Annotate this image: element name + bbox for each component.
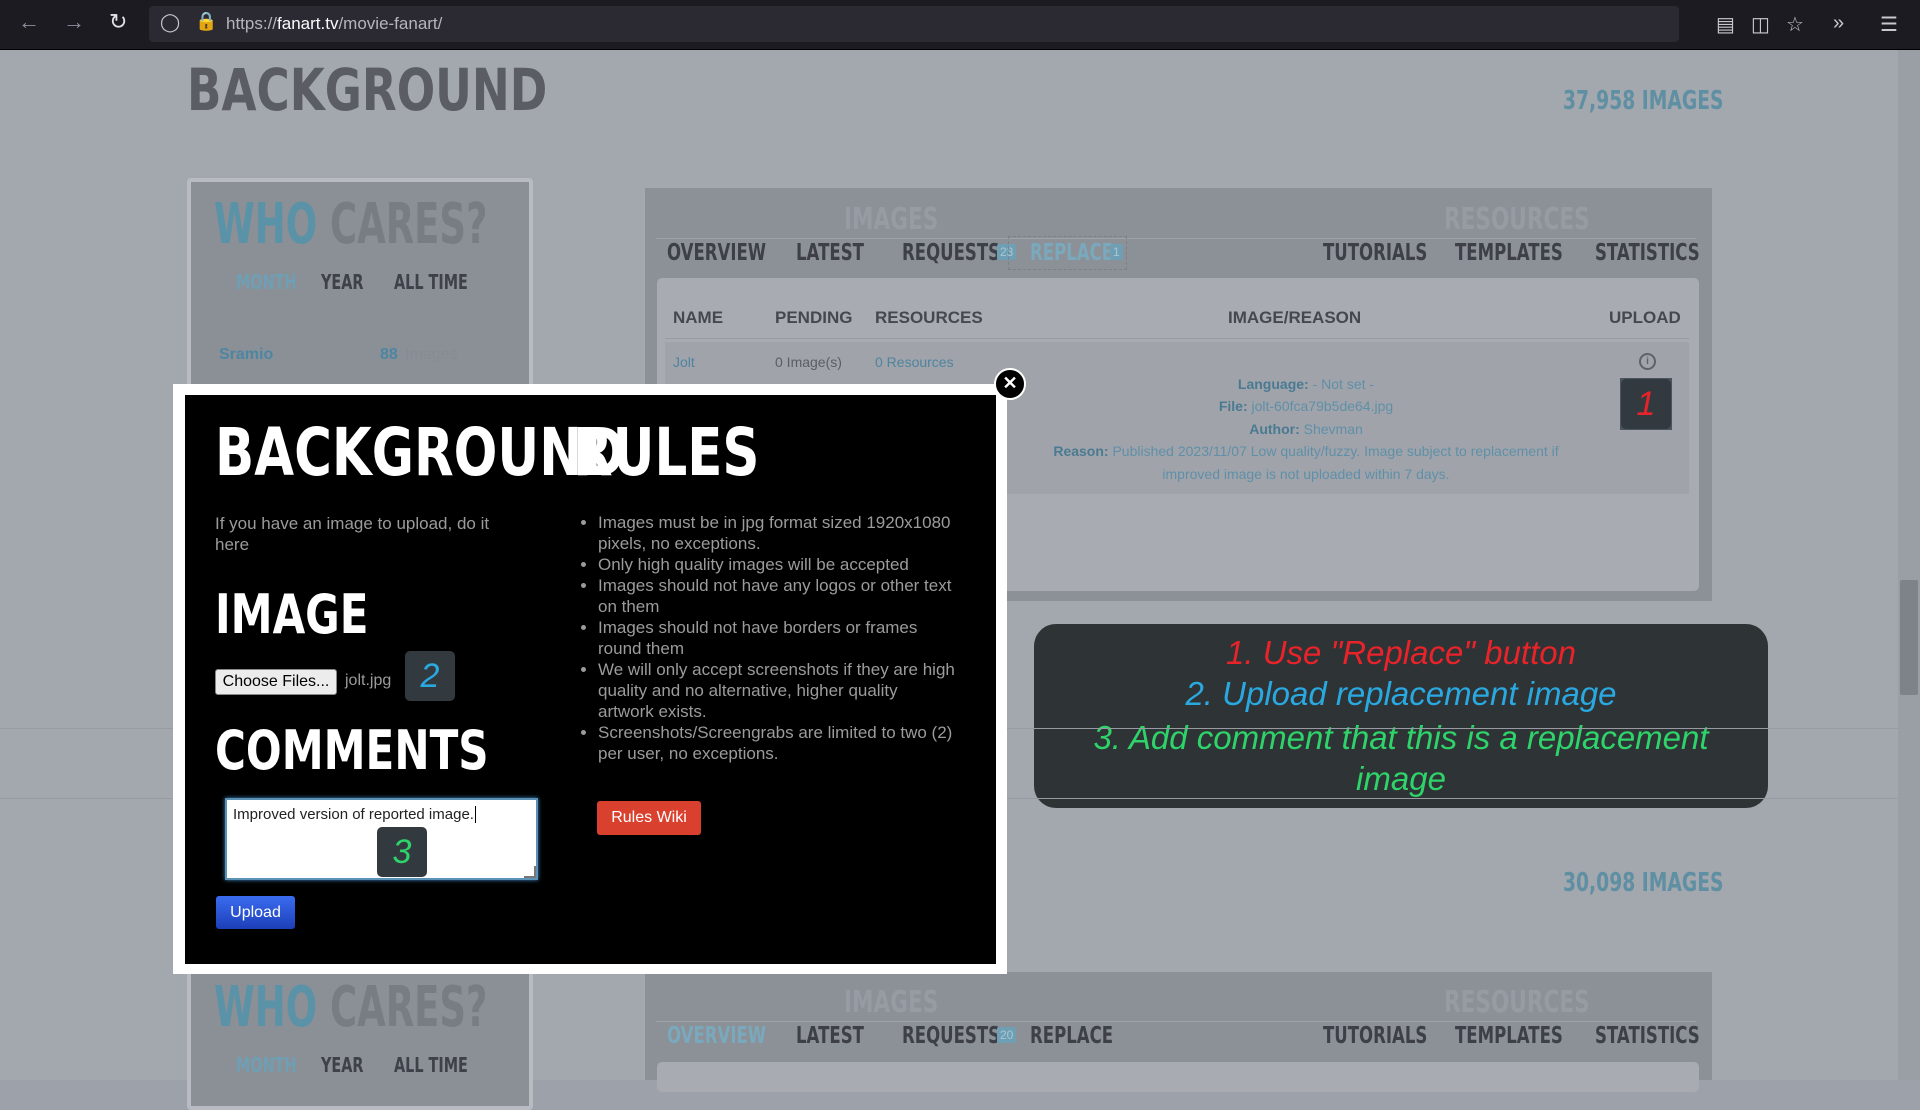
tab-templates[interactable]: TEMPLATES	[1455, 240, 1563, 266]
tab-tutorials-2[interactable]: TUTORIALS	[1323, 1023, 1427, 1049]
upload-button[interactable]: Upload	[216, 896, 295, 929]
instruction-step-3: 3. Add comment that this is a replacemen…	[1093, 719, 1709, 756]
tab-month[interactable]: MONTH	[236, 270, 297, 294]
comments-heading: COMMENTS	[215, 719, 489, 782]
images-section-label-2: IMAGES	[844, 985, 939, 1020]
back-icon[interactable]: ←	[18, 9, 40, 35]
resources-section-label-2: RESOURCES	[1444, 985, 1590, 1020]
image-count-2: 30,098 IMAGES	[1563, 868, 1724, 898]
col-resources: RESOURCES	[875, 308, 983, 327]
requests-count-badge-2: 20	[997, 1027, 1017, 1043]
row-resources-link[interactable]: 0 Resources	[875, 354, 954, 370]
rules-list: Images must be in jpg format sized 1920x…	[580, 512, 958, 764]
resources-section-label: RESOURCES	[1444, 202, 1590, 237]
url-text[interactable]: https://fanart.tv/movie-fanart/	[226, 14, 442, 34]
info-icon[interactable]: i	[1639, 353, 1656, 370]
shield-icon[interactable]: ◯	[160, 12, 180, 33]
rule-item: We will only accept screenshots if they …	[598, 659, 958, 722]
selected-file-name: jolt.jpg	[345, 672, 392, 689]
tabs-divider	[656, 238, 1696, 239]
tab-all-time-2[interactable]: ALL TIME	[394, 1053, 468, 1077]
tab-overview[interactable]: OVERVIEW	[667, 240, 766, 266]
instructions-callout: 1. Use "Replace" button 2. Upload replac…	[1034, 624, 1768, 808]
tab-latest[interactable]: LATEST	[796, 240, 864, 266]
page-title: BACKGROUND	[187, 56, 548, 124]
image-heading: IMAGE	[215, 583, 369, 646]
step-marker-1: 1	[1621, 379, 1671, 429]
tab-statistics[interactable]: STATISTICS	[1595, 240, 1700, 266]
tab-year[interactable]: YEAR	[321, 270, 364, 294]
row-name-link[interactable]: Jolt	[673, 354, 695, 370]
image-count: 37,958 IMAGES	[1563, 86, 1724, 116]
row-language: Language: - Not set -	[1237, 376, 1375, 392]
rule-item: Only high quality images will be accepte…	[598, 554, 958, 575]
who-cares-heading-2: WHO CARES?	[214, 975, 488, 1040]
tab-requests[interactable]: REQUESTS	[902, 240, 1000, 266]
who-cares-heading: WHO CARES?	[214, 192, 488, 257]
row-author: Author: Shevman	[1249, 421, 1363, 437]
rules-title: RULES	[573, 414, 760, 491]
col-upload: UPLOAD	[1609, 308, 1681, 327]
rule-item: Images should not have borders or frames…	[598, 617, 958, 659]
tab-replace[interactable]: REPLACE	[1030, 240, 1113, 266]
tab-replace-2[interactable]: REPLACE	[1030, 1023, 1113, 1049]
tab-year-2[interactable]: YEAR	[321, 1053, 364, 1077]
text-cursor	[474, 806, 476, 823]
step-marker-2: 2	[405, 651, 455, 701]
tabs-divider-2	[656, 1021, 1696, 1022]
forward-icon[interactable]: →	[63, 9, 85, 35]
modal-intro: If you have an image to upload, do it he…	[215, 514, 490, 554]
reload-icon[interactable]: ↻	[109, 9, 127, 35]
col-pending: PENDING	[775, 308, 853, 327]
images-section-label: IMAGES	[844, 202, 939, 237]
rule-item: Screenshots/Screengrabs are limited to t…	[598, 722, 958, 764]
col-image-reason: IMAGE/REASON	[1228, 308, 1362, 327]
row-file: File: jolt-60fca79b5de64.jpg	[1218, 398, 1394, 414]
col-name: NAME	[673, 308, 724, 327]
overflow-chevrons-icon[interactable]: »	[1833, 12, 1844, 35]
tab-requests-2[interactable]: REQUESTS	[902, 1023, 1000, 1049]
leader-count: 88	[380, 346, 398, 363]
bookmark-star-icon[interactable]: ☆	[1786, 12, 1804, 37]
choose-files-button[interactable]: Choose Files...	[215, 669, 337, 695]
rule-item: Images must be in jpg format sized 1920x…	[598, 512, 958, 554]
rule-item: Images should not have any logos or othe…	[598, 575, 958, 617]
instruction-step-3-cont: image	[1356, 760, 1446, 797]
tab-templates-2[interactable]: TEMPLATES	[1455, 1023, 1563, 1049]
leader-unit: Images	[405, 346, 458, 363]
row-pending: 0 Image(s)	[775, 354, 842, 370]
browser-toolbar: ← → ↻ ◯ 🔒 https://fanart.tv/movie-fanart…	[0, 0, 1920, 50]
reader-view-icon[interactable]: ▤	[1716, 12, 1735, 37]
scrollbar-thumb[interactable]	[1900, 580, 1918, 695]
translate-icon[interactable]: ◫	[1751, 12, 1770, 37]
row-reason: Reason: Published 2023/11/07 Low quality…	[1053, 443, 1559, 459]
instruction-step-2: 2. Upload replacement image	[1185, 675, 1617, 712]
close-icon[interactable]: ✕	[994, 368, 1026, 400]
tab-statistics-2[interactable]: STATISTICS	[1595, 1023, 1700, 1049]
instruction-step-1: 1. Use "Replace" button	[1226, 634, 1576, 671]
scrollbar-track[interactable]	[1898, 50, 1920, 1080]
modal-title: BACKGROUND	[215, 414, 626, 491]
tab-tutorials[interactable]: TUTORIALS	[1323, 240, 1427, 266]
overview-content-2	[657, 1062, 1699, 1092]
tab-month-2[interactable]: MONTH	[236, 1053, 297, 1077]
tab-all-time[interactable]: ALL TIME	[394, 270, 468, 294]
header-divider	[665, 338, 1689, 339]
rules-wiki-button[interactable]: Rules Wiki	[597, 801, 701, 835]
lock-icon[interactable]: 🔒	[195, 11, 217, 32]
step-marker-3: 3	[377, 827, 427, 877]
row-reason-cont: improved image is not uploaded within 7 …	[1162, 466, 1450, 482]
tab-latest-2[interactable]: LATEST	[796, 1023, 864, 1049]
menu-icon[interactable]: ☰	[1880, 12, 1898, 37]
resize-handle-icon[interactable]	[524, 866, 536, 878]
replace-count-badge: 1	[1110, 244, 1123, 260]
tab-overview-2[interactable]: OVERVIEW	[667, 1023, 766, 1049]
leader-name[interactable]: Sramio	[219, 346, 273, 364]
